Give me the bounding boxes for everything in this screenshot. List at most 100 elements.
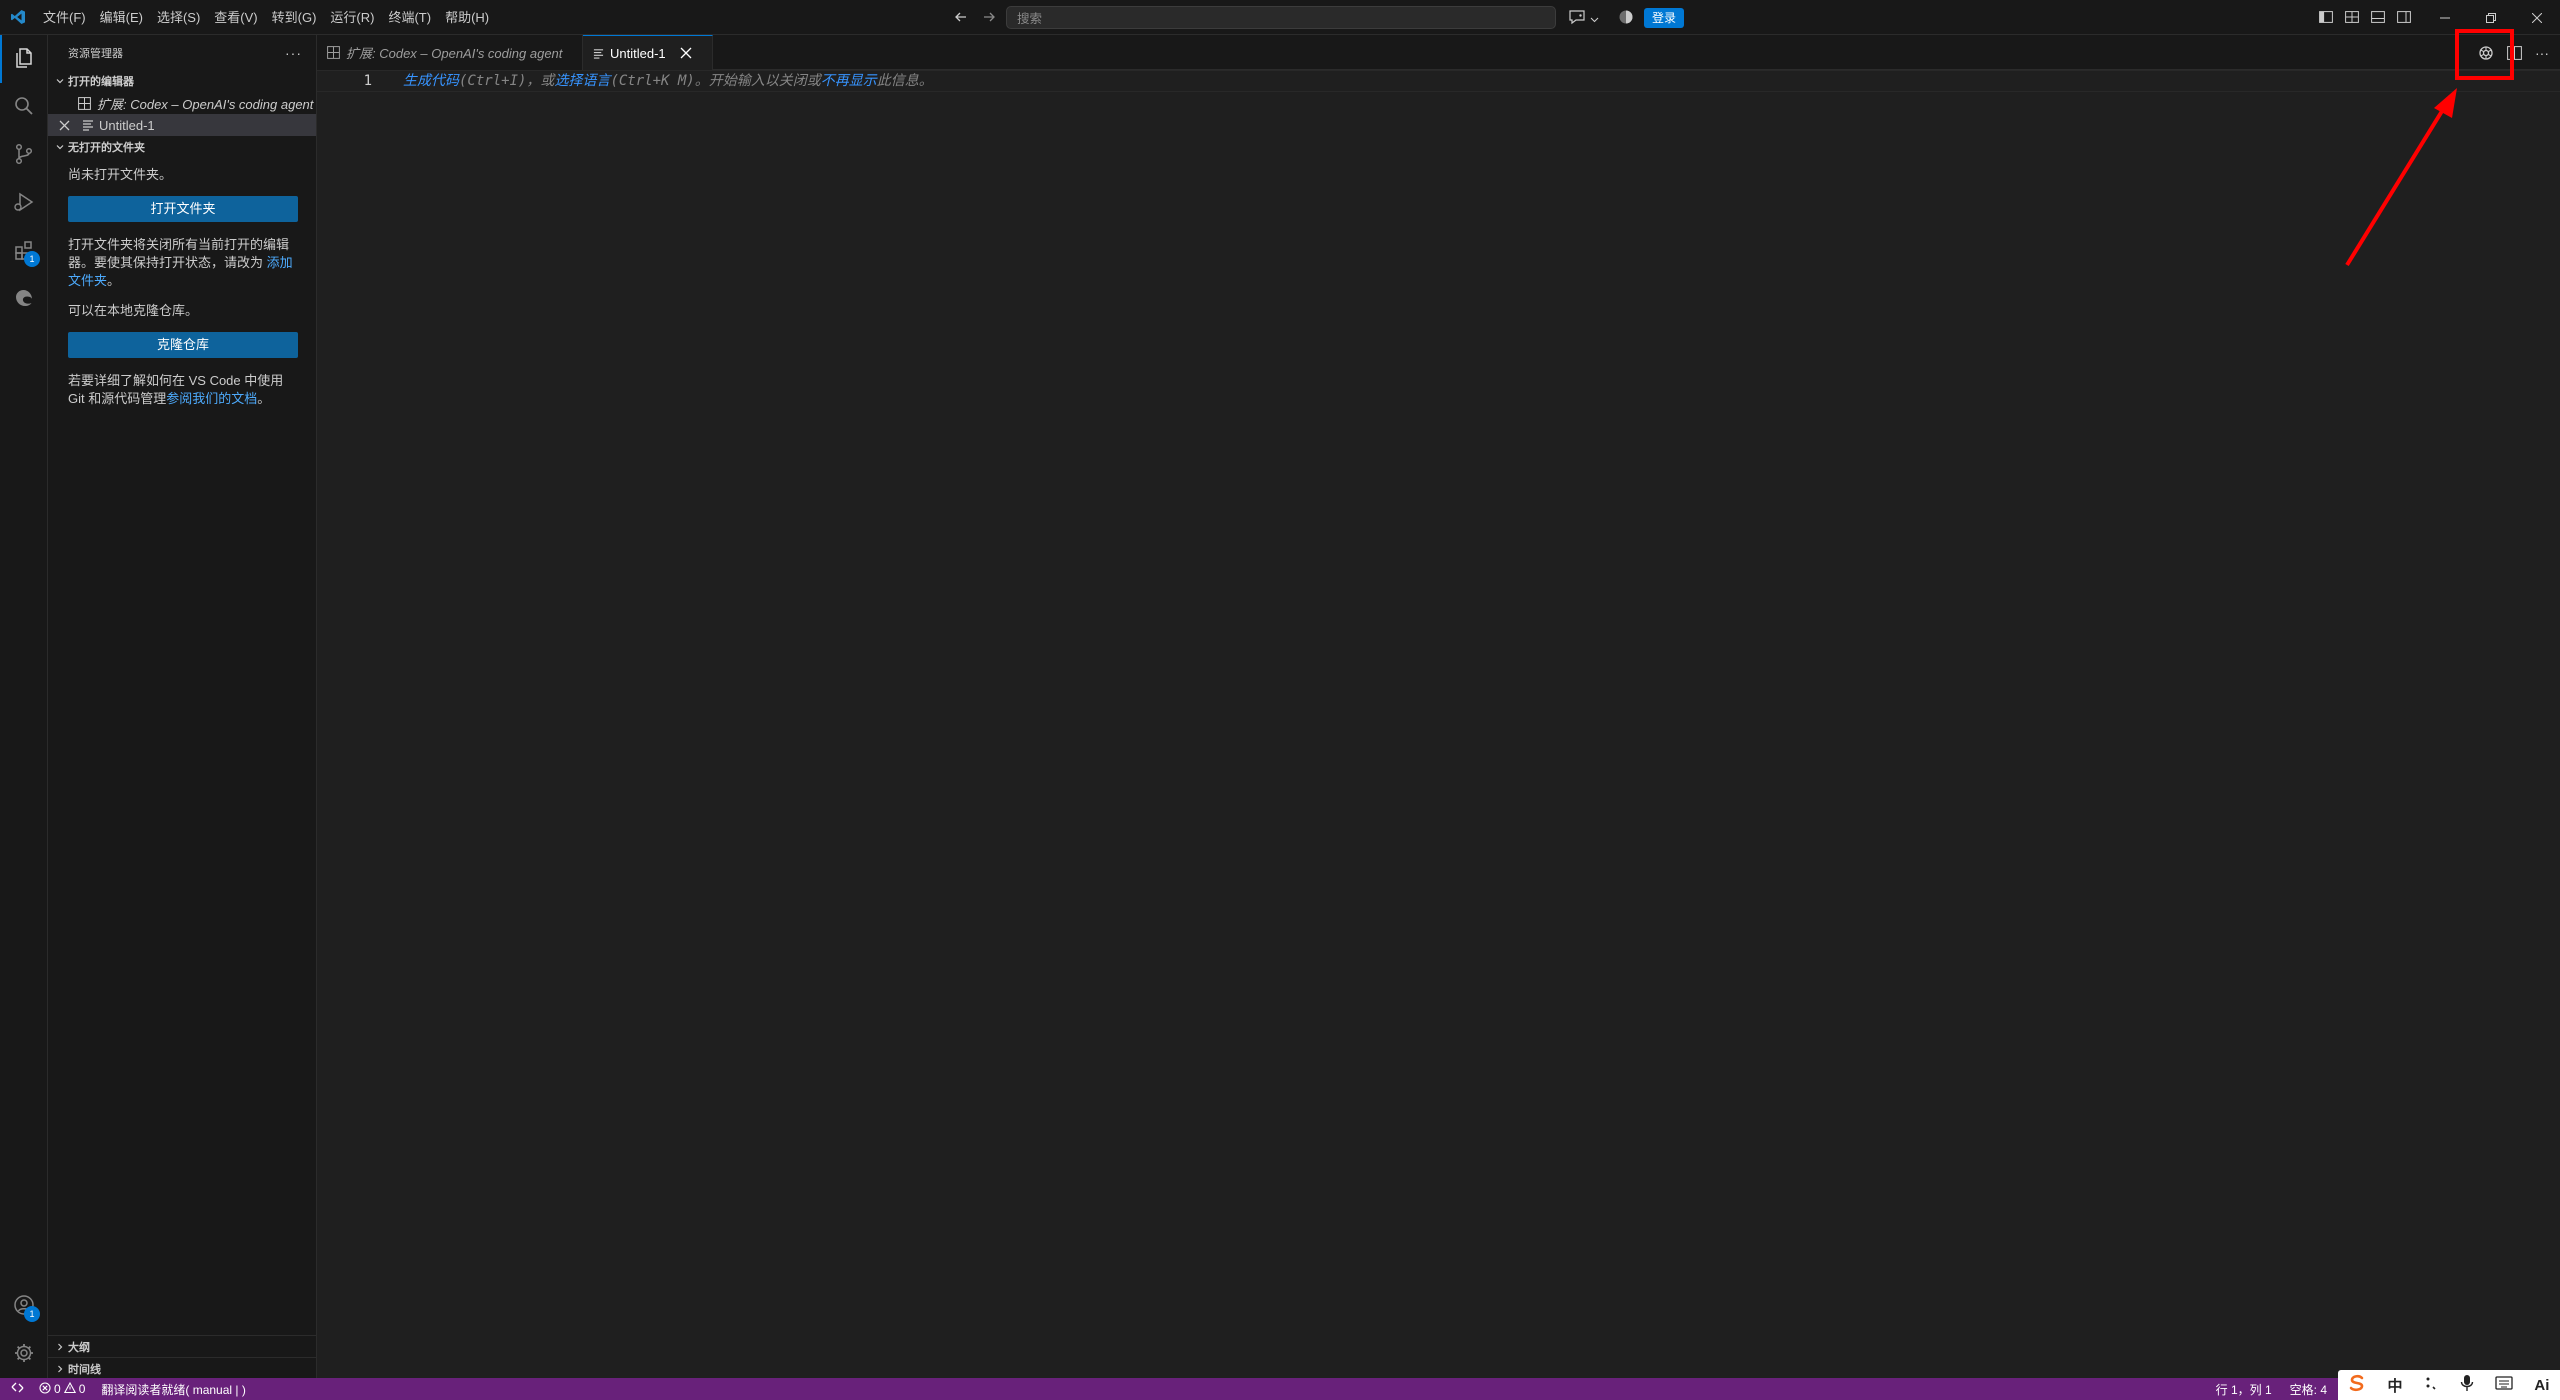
empty-editor-hint: 生成代码(Ctrl+I)，或选择语言(Ctrl+K M)。开始输入以关闭或不再显… [403, 71, 933, 91]
timeline-section-header[interactable]: 时间线 [48, 1357, 317, 1379]
tab-untitled-1[interactable]: Untitled-1 [583, 35, 713, 70]
menu-view[interactable]: 查看(V) [207, 0, 264, 35]
cursor-position[interactable]: 行 1，列 1 [2211, 1378, 2277, 1400]
select-language-link[interactable]: 选择语言 [554, 73, 610, 89]
remote-indicator[interactable] [0, 1378, 34, 1400]
run-debug-button[interactable] [0, 179, 48, 227]
close-icon [2531, 10, 2543, 26]
problems-indicator[interactable]: 0 0 [34, 1378, 90, 1400]
hint-text: 。 [107, 273, 121, 288]
generate-code-link[interactable]: 生成代码 [403, 73, 459, 89]
toggle-panel-icon[interactable] [2370, 8, 2386, 26]
hint-text: (Ctrl+K M)。开始输入以关闭或 [610, 73, 821, 89]
source-control-icon [12, 142, 36, 169]
chevron-down-icon [52, 139, 68, 155]
customize-layout-icon[interactable] [2344, 8, 2360, 26]
open-folder-button[interactable]: 打开文件夹 [68, 196, 298, 222]
chat-menu-button[interactable] [1560, 7, 1606, 29]
manage-button[interactable] [0, 1330, 48, 1378]
ai-assistant-button[interactable]: Ai [2534, 1377, 2549, 1394]
error-icon [39, 1381, 51, 1397]
editor-area[interactable]: 1 生成代码(Ctrl+I)，或选择语言(Ctrl+K M)。开始输入以关闭或不… [317, 70, 2560, 1378]
menu-selection[interactable]: 选择(S) [150, 0, 207, 35]
run-debug-icon [12, 190, 36, 217]
menu-help[interactable]: 帮助(H) [438, 0, 496, 35]
extensions-button[interactable]: 1 [0, 227, 48, 275]
no-folder-message: 尚未打开文件夹。 [68, 167, 173, 182]
sign-in-button[interactable]: 登录 [1644, 8, 1684, 28]
chevron-right-icon [52, 1339, 68, 1355]
open-editor-item-untitled[interactable]: Untitled-1 [48, 114, 316, 136]
menu-file[interactable]: 文件(F) [36, 0, 93, 35]
ime-language-toggle[interactable]: 中 [2387, 1375, 2402, 1396]
search-placeholder: 搜索 [1017, 12, 1043, 26]
sidebar-title: 资源管理器 [68, 47, 123, 60]
minimize-icon [2440, 10, 2450, 26]
extension-icon [78, 96, 91, 110]
outline-section-header[interactable]: 大纲 [48, 1335, 317, 1357]
open-editors-label: 打开的编辑器 [68, 76, 134, 88]
menu-bar: 文件(F) 编辑(E) 选择(S) 查看(V) 转到(G) 运行(R) 终端(T… [36, 0, 496, 35]
copilot-status-icon[interactable] [1618, 9, 1636, 27]
clone-message: 可以在本地克隆仓库。 [68, 303, 199, 318]
indentation-setting[interactable]: 空格: 4 [2285, 1378, 2332, 1400]
tab-label: Untitled-1 [610, 45, 666, 61]
open-editors-section-header[interactable]: 打开的编辑器 [48, 70, 316, 92]
close-window-button[interactable] [2514, 0, 2560, 35]
open-editor-item-extension[interactable]: 扩展: Codex – OpenAI's coding agent [48, 92, 316, 114]
menu-terminal[interactable]: 终端(T) [381, 0, 438, 35]
source-control-button[interactable] [0, 131, 48, 179]
edge-devtools-button[interactable] [0, 275, 48, 323]
split-editor-icon[interactable] [2504, 43, 2524, 63]
sogou-logo-icon[interactable] [2348, 1374, 2366, 1396]
empty-workspace-pane: 尚未打开文件夹。 打开文件夹 打开文件夹将关闭所有当前打开的编辑器。要使其保持打… [48, 158, 316, 408]
search-icon [12, 94, 36, 121]
ime-toolbar: 中 Ai [2338, 1370, 2560, 1400]
warning-icon [63, 1381, 76, 1397]
explorer-button[interactable] [0, 35, 48, 83]
outline-label: 大纲 [68, 1341, 90, 1354]
current-line: 1 生成代码(Ctrl+I)，或选择语言(Ctrl+K M)。开始输入以关闭或不… [317, 70, 2560, 92]
no-folder-section-header[interactable]: 无打开的文件夹 [48, 136, 316, 158]
hint-text: 。 [257, 391, 271, 406]
more-actions-icon[interactable]: ··· [2532, 43, 2552, 63]
close-icon[interactable] [678, 45, 694, 61]
toggle-secondary-sidebar-icon[interactable] [2396, 8, 2412, 26]
menu-go[interactable]: 转到(G) [265, 0, 324, 35]
punctuation-icon[interactable] [2423, 1375, 2439, 1395]
extension-icon [327, 46, 340, 59]
explorer-sidebar: 资源管理器 ··· 打开的编辑器 扩展: Codex – OpenAI's co… [48, 35, 317, 1378]
chevron-right-icon [52, 1361, 68, 1377]
toggle-primary-sidebar-icon[interactable] [2318, 8, 2334, 26]
tab-extension-codex[interactable]: 扩展: Codex – OpenAI's coding agent [317, 35, 583, 70]
more-actions-icon[interactable]: ··· [285, 45, 302, 61]
minimize-button[interactable] [2422, 0, 2468, 35]
search-button[interactable] [0, 83, 48, 131]
error-count: 0 [54, 1382, 61, 1396]
accounts-button[interactable]: 1 [0, 1282, 48, 1330]
timeline-label: 时间线 [68, 1363, 101, 1376]
microphone-icon[interactable] [2460, 1374, 2474, 1396]
codex-openai-icon[interactable] [2476, 43, 2496, 63]
edge-icon [12, 286, 36, 313]
back-arrow-icon[interactable] [952, 8, 970, 26]
close-icon[interactable] [56, 117, 72, 133]
no-folder-label: 无打开的文件夹 [68, 142, 145, 154]
status-bar: 0 0 翻译阅读者就绪( manual | ) 行 1，列 1 空格: 4 [0, 1378, 2560, 1400]
title-bar: 文件(F) 编辑(E) 选择(S) 查看(V) 转到(G) 运行(R) 终端(T… [0, 0, 2560, 35]
hint-text: (Ctrl+I)，或 [459, 73, 555, 89]
menu-run[interactable]: 运行(R) [323, 0, 381, 35]
forward-arrow-icon[interactable] [980, 8, 998, 26]
extensions-badge: 1 [24, 251, 40, 267]
clone-repository-button[interactable]: 克隆仓库 [68, 332, 298, 358]
docs-link[interactable]: 参阅我们的文档 [166, 391, 257, 406]
restore-button[interactable] [2468, 0, 2514, 35]
git-docs-hint: 若要详细了解如何在 VS Code 中使用 Git 和源代码管理参阅我们的文档。 [68, 372, 296, 408]
editor-tab-bar: 扩展: Codex – OpenAI's coding agent Untitl… [317, 35, 2560, 70]
menu-edit[interactable]: 编辑(E) [93, 0, 150, 35]
keyboard-icon[interactable] [2495, 1376, 2514, 1394]
dont-show-again-link[interactable]: 不再显示 [821, 73, 877, 89]
translator-status[interactable]: 翻译阅读者就绪( manual | ) [96, 1378, 250, 1400]
command-center-search[interactable]: 搜索 [1006, 6, 1556, 29]
chevron-down-icon [52, 73, 68, 89]
